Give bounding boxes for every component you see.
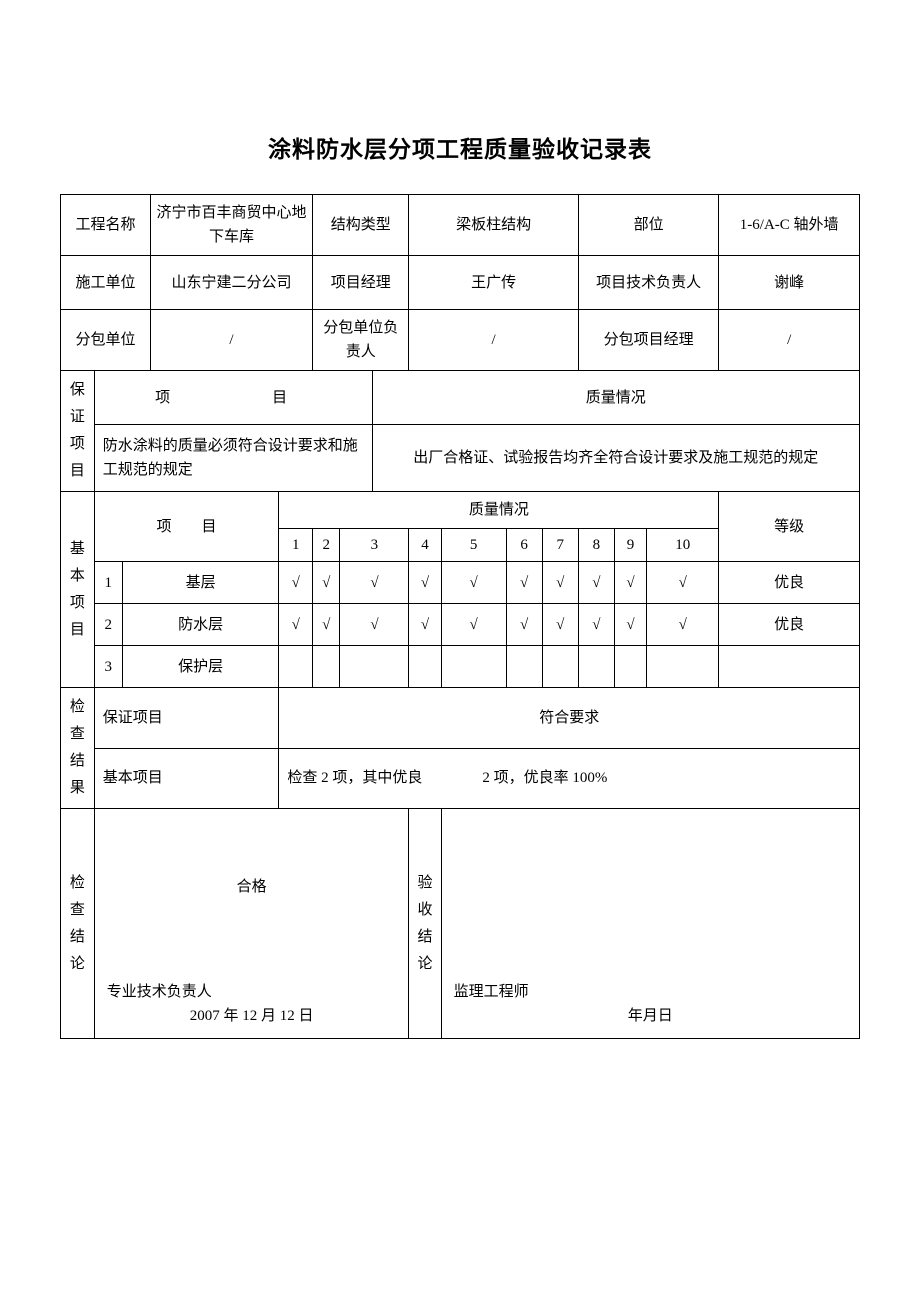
- inspection-table: 工程名称 济宁市百丰商贸中心地下车库 结构类型 梁板柱结构 部位 1-6/A-C…: [60, 194, 860, 1039]
- col-9: 9: [614, 529, 646, 562]
- label-guarantee-quality: 质量情况: [372, 371, 859, 425]
- label-basic-item: 项 目: [94, 492, 279, 562]
- label-guarantee-item: 项 目: [94, 371, 372, 425]
- row1-v2: √: [313, 562, 340, 604]
- row3-v9: [614, 646, 646, 688]
- text-inspect-result: 合格: [99, 875, 405, 899]
- label-constructor: 施工单位: [61, 256, 151, 310]
- row2-grade: 优良: [719, 604, 860, 646]
- label-check-guarantee: 保证项目: [94, 688, 279, 749]
- row2-v2: √: [313, 604, 340, 646]
- row1-v4: √: [409, 562, 441, 604]
- row2-v10: √: [647, 604, 719, 646]
- label-check-basic: 基本项目: [94, 748, 279, 809]
- cell-inspect-conclusion: 合格 专业技术负责人 2007 年 12 月 12 日: [94, 809, 409, 1039]
- cell-accept-conclusion: 监理工程师 年月日: [441, 809, 859, 1039]
- row1-grade: 优良: [719, 562, 860, 604]
- value-pm: 王广传: [409, 256, 578, 310]
- row3-v4: [409, 646, 441, 688]
- text-inspect-date: 2007 年 12 月 12 日: [99, 1004, 405, 1028]
- row1-v8: √: [578, 562, 614, 604]
- row3-name: 保护层: [122, 646, 279, 688]
- row3-v8: [578, 646, 614, 688]
- row2-name: 防水层: [122, 604, 279, 646]
- row3-v10: [647, 646, 719, 688]
- label-struct-type: 结构类型: [313, 195, 409, 256]
- value-sub-lead: /: [409, 310, 578, 371]
- text-accept-date: 年月日: [446, 1004, 855, 1028]
- label-inspect-conclusion: 检 查结论: [61, 809, 95, 1039]
- row1-v7: √: [542, 562, 578, 604]
- row1-v6: √: [506, 562, 542, 604]
- row2-v4: √: [409, 604, 441, 646]
- label-check-section: 检 查结果: [61, 688, 95, 809]
- row3-v1: [279, 646, 313, 688]
- value-check-basic: 检查 2 项，其中优良 2 项，优良率 100%: [279, 748, 860, 809]
- text-guarantee-quality: 出厂合格证、试验报告均齐全符合设计要求及施工规范的规定: [372, 425, 859, 492]
- value-project-name: 济宁市百丰商贸中心地下车库: [150, 195, 312, 256]
- label-sub-unit: 分包单位: [61, 310, 151, 371]
- text-supervisor-sign: 监理工程师: [454, 980, 529, 1004]
- col-4: 4: [409, 529, 441, 562]
- label-sub-pm: 分包项目经理: [578, 310, 718, 371]
- row3-no: 3: [94, 646, 122, 688]
- label-part: 部位: [578, 195, 718, 256]
- col-7: 7: [542, 529, 578, 562]
- row1-v5: √: [441, 562, 506, 604]
- value-check-guarantee: 符合要求: [279, 688, 860, 749]
- label-basic-section: 基 本项目: [61, 492, 95, 688]
- value-struct-type: 梁板柱结构: [409, 195, 578, 256]
- value-tech-lead: 谢峰: [719, 256, 860, 310]
- col-5: 5: [441, 529, 506, 562]
- col-6: 6: [506, 529, 542, 562]
- row3-v6: [506, 646, 542, 688]
- col-1: 1: [279, 529, 313, 562]
- row1-v10: √: [647, 562, 719, 604]
- value-sub-unit: /: [150, 310, 312, 371]
- text-tech-lead-sign: 专业技术负责人: [107, 980, 212, 1004]
- row2-v5: √: [441, 604, 506, 646]
- row2-v1: √: [279, 604, 313, 646]
- label-tech-lead: 项目技术负责人: [578, 256, 718, 310]
- row2-v9: √: [614, 604, 646, 646]
- label-project-name: 工程名称: [61, 195, 151, 256]
- row1-no: 1: [94, 562, 122, 604]
- row3-v7: [542, 646, 578, 688]
- text-guarantee-item: 防水涂料的质量必须符合设计要求和施工规范的规定: [94, 425, 372, 492]
- row3-v3: [340, 646, 409, 688]
- row1-v9: √: [614, 562, 646, 604]
- col-8: 8: [578, 529, 614, 562]
- page-title: 涂料防水层分项工程质量验收记录表: [60, 130, 860, 164]
- row3-v2: [313, 646, 340, 688]
- label-guarantee-section: 保 证项目: [61, 371, 95, 492]
- row1-name: 基层: [122, 562, 279, 604]
- value-part: 1-6/A-C 轴外墙: [719, 195, 860, 256]
- row2-no: 2: [94, 604, 122, 646]
- label-grade: 等级: [719, 492, 860, 562]
- col-10: 10: [647, 529, 719, 562]
- label-pm: 项目经理: [313, 256, 409, 310]
- col-2: 2: [313, 529, 340, 562]
- row2-v8: √: [578, 604, 614, 646]
- row3-grade: [719, 646, 860, 688]
- label-basic-quality: 质量情况: [279, 492, 719, 529]
- value-constructor: 山东宁建二分公司: [150, 256, 312, 310]
- row2-v3: √: [340, 604, 409, 646]
- row2-v6: √: [506, 604, 542, 646]
- label-accept-conclusion: 验 收结 论: [409, 809, 441, 1039]
- col-3: 3: [340, 529, 409, 562]
- row3-v5: [441, 646, 506, 688]
- label-sub-lead: 分包单位负责人: [313, 310, 409, 371]
- row1-v3: √: [340, 562, 409, 604]
- row2-v7: √: [542, 604, 578, 646]
- value-sub-pm: /: [719, 310, 860, 371]
- row1-v1: √: [279, 562, 313, 604]
